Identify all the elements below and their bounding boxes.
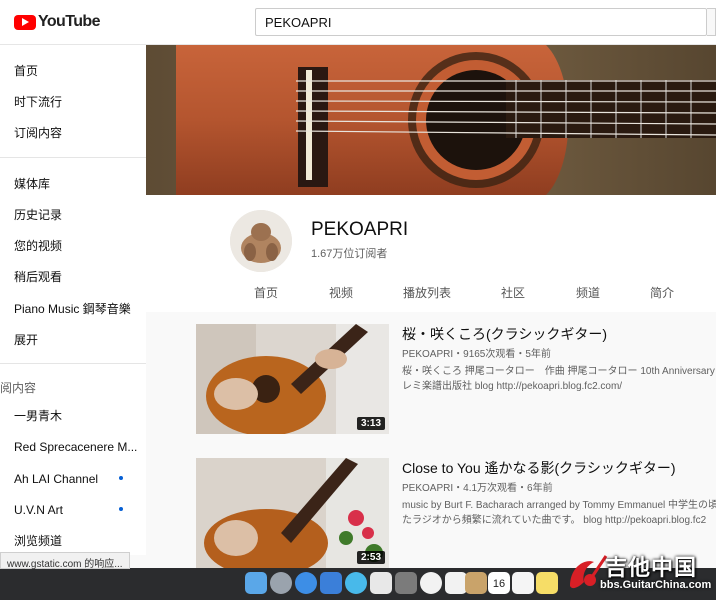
video-description-line: music by Burt F. Bacharach arranged by T…: [402, 500, 716, 511]
video-description: music by Burt F. Bacharach arranged by T…: [402, 498, 716, 528]
subscription-item[interactable]: U.V.N Art: [0, 494, 146, 525]
video-description-line: たラジオから頻繁に流れていた曲です。 blog http://pekoapri.…: [402, 515, 707, 526]
tab-channels[interactable]: 频道: [576, 284, 600, 301]
subscription-label: Red Sprecacenere M...: [14, 439, 138, 454]
video-description: 桜・咲くころ 押尾コータロー 作曲 押尾コータロー 10th Anniversa…: [402, 364, 716, 394]
new-content-dot: [119, 507, 123, 511]
sidebar-item-label: 媒体库: [14, 177, 51, 191]
sidebar-item-show-more[interactable]: 展开: [0, 324, 146, 355]
tab-videos[interactable]: 视频: [329, 284, 353, 301]
channel-header: PEKOAPRI 1.67万位订阅者 首页 视频 播放列表 社区 频道 简介: [146, 195, 716, 312]
subscriptions-section-title: 订阅内容: [0, 381, 37, 395]
sidebar-item-home[interactable]: 首页: [0, 55, 146, 86]
channel-banner: [146, 45, 716, 195]
sidebar-item-library[interactable]: 媒体库: [0, 168, 146, 199]
video-list: 3:13 桜・咲くころ(クラシックギター) PEKOAPRI・9165次观看・5…: [146, 312, 716, 568]
subscription-label: 浏览频道: [14, 534, 63, 548]
subscription-item[interactable]: Red Sprecacenere M...: [0, 431, 146, 462]
youtube-play-icon: [14, 14, 36, 30]
subscription-label: U.V.N Art: [14, 502, 63, 517]
tab-community[interactable]: 社区: [501, 284, 525, 301]
sidebar-item-label: 展开: [14, 333, 39, 347]
stickies-icon[interactable]: [536, 572, 558, 594]
tab-about[interactable]: 简介: [650, 284, 674, 301]
channel-avatar[interactable]: [230, 210, 292, 272]
mail-icon[interactable]: [320, 572, 342, 594]
subscription-label: Ah LAI Channel: [14, 471, 99, 486]
reminders-icon[interactable]: [512, 572, 534, 594]
video-title[interactable]: 桜・咲くころ(クラシックギター): [402, 324, 607, 344]
video-description-line: レミ楽譜出版社 blog http://pekoapri.blog.fc2.co…: [402, 381, 623, 392]
sidebar-item-label: 稍后观看: [14, 270, 63, 284]
sidebar-item-history[interactable]: 历史记录: [0, 199, 146, 230]
sidebar-item-label: 历史记录: [14, 208, 63, 222]
watermark-url: bbs.GuitarChina.com: [600, 579, 712, 591]
video-duration: 3:13: [356, 417, 385, 430]
messages-icon[interactable]: [345, 572, 367, 594]
guide-sidebar: 首页 时下流行 订阅内容 媒体库 历史记录 您的视频 稍后观看 Piano Mu…: [0, 45, 146, 555]
sidebar-item-label: 时下流行: [14, 95, 63, 109]
sidebar-item-label: Piano Music 鋼琴音樂: [14, 302, 131, 316]
photos-icon[interactable]: [420, 572, 442, 594]
app-icon[interactable]: [395, 572, 417, 594]
sidebar-divider: [0, 157, 146, 158]
video-meta: PEKOAPRI・9165次观看・5年前: [402, 349, 551, 360]
video-item: 3:13 桜・咲くころ(クラシックギター) PEKOAPRI・9165次观看・5…: [196, 324, 716, 434]
dog-avatar-image: [230, 210, 292, 272]
finder-icon[interactable]: [245, 572, 267, 594]
subscription-label: 一男青木: [14, 409, 63, 423]
sidebar-item-playlist[interactable]: Piano Music 鋼琴音樂: [0, 293, 146, 324]
music-icon[interactable]: [445, 572, 467, 594]
guitar-banner-image: [146, 45, 716, 195]
sidebar-item-your-videos[interactable]: 您的视频: [0, 230, 146, 261]
video-description-line: 桜・咲くころ 押尾コータロー 作曲 押尾コータロー 10th Anniversa…: [402, 366, 715, 377]
youtube-logo[interactable]: YouTube: [14, 0, 100, 45]
tab-playlists[interactable]: 播放列表: [403, 284, 451, 301]
calendar-icon[interactable]: 16: [488, 572, 510, 594]
masthead: YouTube: [0, 0, 716, 45]
sidebar-item-label: 您的视频: [14, 239, 63, 253]
video-duration: 2:53: [356, 551, 385, 564]
new-content-dot: [119, 476, 123, 480]
search-button[interactable]: [707, 8, 716, 36]
video-thumbnail[interactable]: 3:13: [196, 324, 389, 434]
guitarchina-watermark: 吉他中国 bbs.GuitarChina.com: [560, 548, 716, 600]
sidebar-divider: [0, 363, 146, 364]
sidebar-item-subscriptions[interactable]: 订阅内容: [0, 117, 146, 148]
preview-icon[interactable]: [370, 572, 392, 594]
video-title[interactable]: Close to You 遙かなる影(クラシックギター): [402, 458, 676, 478]
channel-name: PEKOAPRI: [311, 219, 409, 240]
notes-icon[interactable]: [465, 572, 487, 594]
video-thumbnail[interactable]: 2:53: [196, 458, 389, 568]
youtube-window: YouTube 首页 时下流行 订阅内容 媒体库 历史记录 您的视频 稍后观看 …: [0, 0, 716, 600]
watermark-title: 吉他中国: [605, 555, 698, 580]
sidebar-item-label: 首页: [14, 64, 39, 78]
launchpad-icon[interactable]: [270, 572, 292, 594]
tab-home[interactable]: 首页: [254, 284, 278, 301]
video-meta: PEKOAPRI・4.1万次观看・6年前: [402, 483, 553, 494]
browser-status-bar: www.gstatic.com 的响应...: [0, 552, 130, 570]
search-input[interactable]: [255, 8, 707, 36]
subscriber-count: 1.67万位订阅者: [311, 248, 388, 260]
subscription-item[interactable]: Ah LAI Channel: [0, 463, 146, 494]
logo-text: YouTube: [38, 13, 100, 30]
sidebar-item-trending[interactable]: 时下流行: [0, 86, 146, 117]
subscription-item[interactable]: 一男青木: [0, 400, 146, 431]
sidebar-item-label: 订阅内容: [14, 126, 63, 140]
sidebar-item-watch-later[interactable]: 稍后观看: [0, 261, 146, 292]
safari-icon[interactable]: [295, 572, 317, 594]
